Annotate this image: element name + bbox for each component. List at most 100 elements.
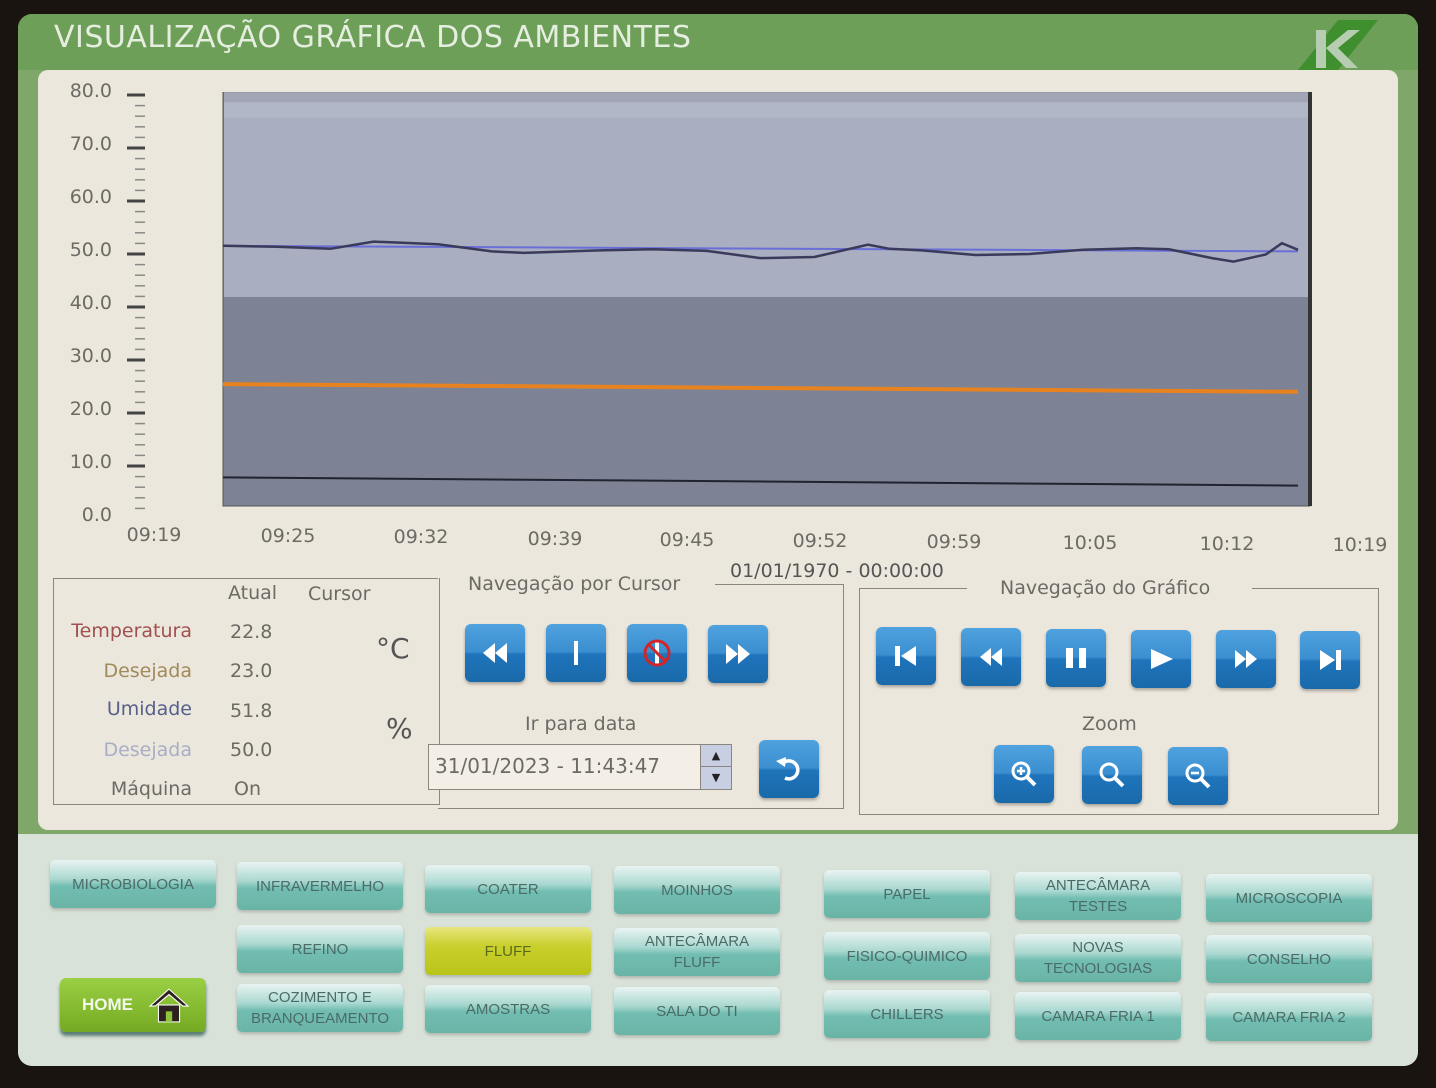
row-label: Temperatura — [71, 620, 192, 642]
goto-date-input[interactable] — [433, 753, 697, 779]
y-tick-label: 70.0 — [69, 133, 112, 155]
graph-end-button[interactable] — [1300, 631, 1360, 689]
cursor-forward-button[interactable] — [708, 625, 768, 683]
x-tick-label: 09:32 — [393, 526, 449, 548]
cursor-nav-title: Navegação por Cursor — [468, 573, 681, 595]
chart-band — [224, 102, 1309, 297]
x-tick-label: 09:39 — [527, 528, 583, 550]
chart-band — [224, 92, 1309, 118]
column-header-cursor: Cursor — [308, 583, 371, 605]
plot-edge — [1308, 92, 1312, 506]
chart-plot[interactable] — [205, 92, 1320, 512]
skip-start-icon — [895, 646, 916, 666]
zoom-reset-button[interactable] — [1082, 746, 1142, 804]
row-value: 22.8 — [230, 621, 273, 643]
y-tick-label: 80.0 — [69, 80, 112, 102]
nav-microscopia[interactable]: MICROSCOPIA — [1206, 874, 1372, 922]
nav-sala-do-ti[interactable]: SALA DO TI — [614, 987, 780, 1035]
nav-camara-fria-1[interactable]: CAMARA FRIA 1 — [1015, 992, 1181, 1040]
y-tick-label: 0.0 — [81, 504, 112, 526]
zoom-out-icon — [1185, 763, 1211, 789]
x-tick-label: 09:52 — [792, 530, 848, 552]
x-tick-label: 10:19 — [1332, 534, 1388, 556]
row-label: Desejada — [103, 660, 192, 682]
nav-moinhos[interactable]: MOINHOS — [614, 866, 780, 914]
nav-fluff[interactable]: FLUFF — [425, 927, 591, 975]
zoom-out-button[interactable] — [1168, 747, 1228, 805]
divider — [859, 588, 967, 589]
y-axis-ticks — [127, 93, 145, 510]
row-value: 51.8 — [230, 700, 273, 722]
rewind-icon — [483, 643, 507, 663]
x-tick-label: 09:19 — [126, 524, 182, 546]
nav-chillers[interactable]: CHILLERS — [824, 990, 990, 1038]
goto-date-field[interactable]: ▲ ▼ — [428, 744, 732, 790]
spin-down-icon[interactable]: ▼ — [701, 767, 731, 788]
values-table — [53, 578, 440, 805]
cursor-show-button[interactable] — [546, 624, 606, 682]
nav-antecamara-fluff[interactable]: ANTECÂMARA FLUFF — [614, 928, 780, 976]
divider — [715, 584, 843, 585]
y-tick-label: 20.0 — [69, 398, 112, 420]
play-icon — [1151, 649, 1173, 669]
home-button[interactable]: HOME — [60, 978, 206, 1032]
nav-antecamara-testes[interactable]: ANTECÂMARA TESTES — [1015, 872, 1181, 920]
page-title: VISUALIZAÇÃO GRÁFICA DOS AMBIENTES — [54, 20, 692, 55]
goto-date-button[interactable] — [759, 740, 819, 798]
nav-camara-fria-2[interactable]: CAMARA FRIA 2 — [1206, 993, 1372, 1041]
unit-percent: % — [386, 712, 413, 745]
zoom-label: Zoom — [1082, 713, 1137, 735]
home-label: HOME — [82, 995, 133, 1014]
x-tick-label: 09:45 — [659, 529, 715, 551]
nav-coater[interactable]: COATER — [425, 865, 591, 913]
x-tick-label: 10:05 — [1062, 532, 1118, 554]
nav-microbiologia[interactable]: MICROBIOLOGIA — [50, 860, 216, 908]
skip-end-icon — [1320, 650, 1341, 670]
zoom-icon — [1099, 762, 1125, 788]
nav-conselho[interactable]: CONSELHO — [1206, 935, 1372, 983]
zoom-in-button[interactable] — [994, 745, 1054, 803]
row-label: Desejada — [103, 739, 192, 761]
cursor-rewind-button[interactable] — [465, 624, 525, 682]
divider — [1252, 588, 1378, 589]
fast-forward-icon — [726, 644, 750, 664]
row-value: 50.0 — [230, 739, 273, 761]
y-tick-label: 60.0 — [69, 186, 112, 208]
nav-papel[interactable]: PAPEL — [824, 870, 990, 918]
graph-nav-title: Navegação do Gráfico — [1000, 577, 1211, 599]
spin-up-icon[interactable]: ▲ — [701, 745, 731, 767]
nav-refino[interactable]: REFINO — [237, 925, 403, 973]
row-value: 23.0 — [230, 660, 273, 682]
nav-infravermelho[interactable]: INFRAVERMELHO — [237, 862, 403, 910]
row-label: Umidade — [106, 698, 192, 720]
x-tick-label: 09:59 — [926, 531, 982, 553]
house-icon — [148, 988, 190, 1023]
nav-cozimento[interactable]: COZIMENTO E BRANQUEAMENTO — [237, 984, 403, 1032]
y-tick-label: 50.0 — [69, 239, 112, 261]
pause-icon — [1066, 648, 1086, 668]
goto-date-label: Ir para data — [525, 713, 637, 735]
y-tick-label: 10.0 — [69, 451, 112, 473]
title-bar: VISUALIZAÇÃO GRÁFICA DOS AMBIENTES — [18, 14, 1418, 70]
date-spinner[interactable]: ▲ ▼ — [700, 745, 731, 789]
fast-forward-icon — [1235, 650, 1257, 668]
graph-pause-button[interactable] — [1046, 629, 1106, 687]
graph-forward-button[interactable] — [1216, 630, 1276, 688]
x-tick-label: 09:25 — [260, 525, 316, 547]
rewind-icon — [980, 648, 1002, 666]
undo-icon — [776, 757, 800, 781]
nav-fisico-quimico[interactable]: FISICO-QUIMICO — [824, 932, 990, 980]
zoom-in-icon — [1011, 761, 1037, 787]
nav-novas-tecnologias[interactable]: NOVAS TECNOLOGIAS — [1015, 934, 1181, 982]
trend-chart[interactable] — [205, 92, 1312, 507]
cursor-disable-icon — [643, 639, 671, 667]
unit-celsius: °C — [376, 632, 410, 665]
cursor-date: 01/01/1970 - 00:00:00 — [730, 560, 944, 582]
column-header-atual: Atual — [228, 582, 278, 604]
cursor-hide-button[interactable] — [627, 624, 687, 682]
graph-play-button[interactable] — [1131, 630, 1191, 688]
graph-rewind-button[interactable] — [961, 628, 1021, 686]
cursor-icon — [574, 641, 578, 665]
nav-amostras[interactable]: AMOSTRAS — [425, 985, 591, 1033]
graph-start-button[interactable] — [876, 627, 936, 685]
